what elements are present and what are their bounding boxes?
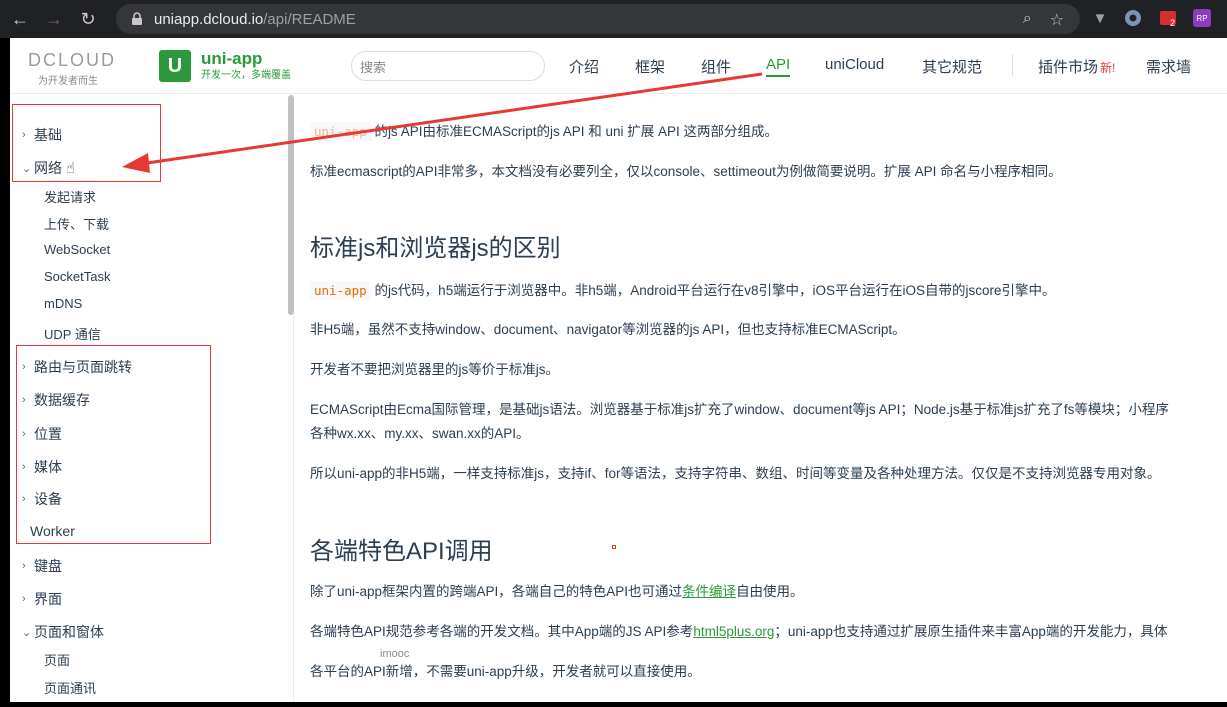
extension-v-icon[interactable]: ▼ [1090,6,1110,30]
chevron-right-icon: › [22,560,26,572]
lock-icon [132,12,142,25]
extension-badge: 2 [1170,18,1176,28]
nav-intro[interactable]: 介绍 [569,56,599,77]
paragraph: 所以uni-app的非H5端，一样支持标准js，支持if、for等语法，支持字符… [310,466,1161,481]
site-header: DCLOUD 为开发者而生 U uni-app 开发一次，多端覆盖 搜索 介绍 … [10,38,1227,94]
chevron-down-icon: ⌄ [22,626,32,639]
zoom-icon[interactable]: ⌕ [1023,10,1032,30]
sidebar-subitem-mdns[interactable]: mDNS [44,296,82,311]
extension-rp-icon[interactable]: RP [1190,6,1214,30]
address-bar[interactable]: uniapp.dcloud.io/api/README ⌕ ☆ [116,4,1080,34]
nav-other-specs[interactable]: 其它规范 [922,56,982,77]
reload-button[interactable]: ↻ [74,5,102,33]
heading-platform-api: 各端特色API调用 [310,538,493,565]
annotation-box-basics-network [12,104,161,182]
menu-divider [1012,54,1013,76]
chevron-right-icon: › [22,593,26,605]
paragraph: 各种wx.xx、my.xx、swan.xx的API。 [310,426,530,441]
nav-feature-requests[interactable]: 需求墙 [1146,56,1191,77]
bottom-strip [0,702,1227,707]
sidebar-subitem-websocket[interactable]: WebSocket [44,242,110,257]
extension-red-icon[interactable]: 2 [1156,6,1180,30]
bookmark-star-icon[interactable]: ☆ [1050,10,1064,30]
paragraph: 各平台的API新增，不需要uni-app升级，开发者就可以直接使用。 [310,664,701,679]
uni-app-logo[interactable]: U uni-app 开发一次，多端覆盖 [159,50,291,82]
paragraph: uni-app 的js代码，h5端运行于浏览器中。非h5端，Android平台运… [310,279,1056,303]
paragraph: 非H5端，虽然不支持window、document、navigator等浏览器的… [310,322,906,337]
back-button[interactable]: ← [6,5,34,33]
intro-paragraph: uni-app 的js API由标准ECMAScript的js API 和 un… [310,120,778,144]
sidebar-item-pages-windows[interactable]: ⌄ 页面和窗体 [22,622,104,642]
uni-app-name: uni-app [201,49,263,68]
dcloud-logo[interactable]: DCLOUD 为开发者而生 [28,50,116,87]
nav-api[interactable]: API [766,56,791,77]
nav-framework[interactable]: 框架 [635,56,665,77]
nav-unicloud[interactable]: uniCloud [825,56,884,73]
conditional-compile-link[interactable]: 条件编译 [682,584,736,599]
paragraph: ECMAScript由Ecma国际管理，是基础js语法。浏览器基于标准js扩充了… [310,402,1169,417]
sidebar-subitem-page[interactable]: 页面 [44,650,70,669]
heading-js-vs-browser: 标准js和浏览器js的区别 [310,235,561,262]
paragraph: 除了uni-app框架内置的跨端API，各端自己的特色API也可通过条件编译自由… [310,584,804,599]
search-input[interactable]: 搜索 [351,51,545,81]
annotation-box-sidebar-group [16,345,211,544]
sidebar-item-ui[interactable]: › 界面 [22,589,62,609]
html5plus-link[interactable]: html5plus.org [693,624,774,639]
paragraph: 开发者不要把浏览器里的js等价于标准js。 [310,362,559,377]
paragraph: 标准ecmascript的API非常多，本文档没有必要列全，仅以console、… [310,164,1062,179]
sidebar-subitem-sockettask[interactable]: SocketTask [44,269,110,284]
red-dot-marker [612,545,616,549]
uni-app-slogan: 开发一次，多端覆盖 [201,70,291,81]
sidebar-item-keyboard[interactable]: › 键盘 [22,556,62,576]
sidebar-scrollbar[interactable] [288,95,294,315]
sidebar-subitem-request[interactable]: 发起请求 [44,187,96,206]
uni-app-icon: U [159,50,191,82]
main-content: uni-app 的js API由标准ECMAScript的js API 和 un… [310,95,1227,702]
nav-components[interactable]: 组件 [701,56,731,77]
page: DCLOUD 为开发者而生 U uni-app 开发一次，多端覆盖 搜索 介绍 … [10,38,1227,702]
url-text: uniapp.dcloud.io/api/README [154,10,356,28]
sidebar-subitem-udp[interactable]: UDP 通信 [44,324,101,343]
watermark: imooc [380,648,410,660]
sidebar-subitem-page-communication[interactable]: 页面通讯 [44,678,96,697]
paragraph: 各端特色API规范参考各端的开发文档。其中App端的JS API参考html5p… [310,624,1168,639]
extension-circle-icon[interactable] [1122,6,1144,30]
sidebar-subitem-upload-download[interactable]: 上传、下载 [44,214,109,233]
forward-button[interactable]: → [40,5,68,33]
nav-plugin-market[interactable]: 插件市场 新! [1038,56,1115,77]
